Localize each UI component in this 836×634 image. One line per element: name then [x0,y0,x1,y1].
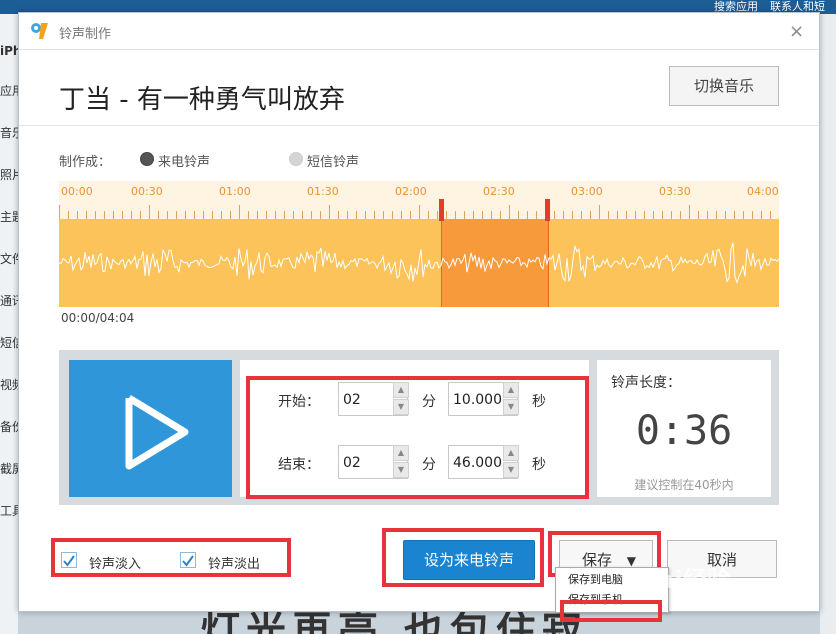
tick-label: 03:00 [571,185,603,198]
tick-label: 00:30 [131,185,163,198]
bg-sidebar-item[interactable]: 文件 [0,250,18,267]
length-title: 铃声长度： [611,375,681,391]
divider [19,125,819,126]
switch-music-button[interactable]: 切换音乐 [669,66,779,106]
tick-label: 01:30 [307,185,339,198]
timeline-ruler[interactable]: 00:00 00:30 01:00 01:30 02:00 02:30 03:0… [59,181,779,220]
bg-sidebar-item[interactable]: 音乐 [0,124,18,141]
radio-call-ringtone-label[interactable]: 来电铃声 [158,151,210,170]
baidu-watermark-url: jingyan.baidu.com [690,592,801,606]
waveform-line [59,242,779,285]
bg-sidebar-item[interactable]: 主题 [0,208,18,225]
make-as-label: 制作成： [59,155,112,170]
song-title: 丁当 - 有一种勇气叫放弃 [59,85,345,115]
dialog-title: 铃声制作 [59,27,112,42]
ringtone-length-box: 铃声长度： 0:36 建议控制在40秒内 [597,360,771,497]
tick-label: 04:00 [747,185,779,198]
length-value: 0:36 [635,408,733,454]
highlight-set-ringtone [382,528,544,587]
end-marker-handle[interactable] [545,199,550,221]
bg-sidebar-item[interactable]: 短信 [0,334,18,351]
bg-sidebar-item[interactable]: 通讯 [0,292,18,309]
bg-sidebar-item[interactable]: 照片 [0,166,18,183]
highlight-fade-options [51,538,291,577]
tick-label: 02:30 [483,185,515,198]
bg-sidebar-item[interactable]: 截屏 [0,460,18,477]
playback-time: 00:00/04:04 [61,311,135,325]
background-sidebar: iPh 应用 音乐 照片 主题 文件 通讯 短信 视频 备份 截屏 工具 [0,14,18,634]
ruler-ticks [59,205,771,219]
tick-label: 03:30 [659,185,691,198]
ringtone-maker-dialog: 铃声制作 × 丁当 - 有一种勇气叫放弃 切换音乐 制作成： 来电铃声 短信铃声… [18,12,820,612]
radio-sms-ringtone[interactable] [289,152,303,166]
dialog-titlebar[interactable]: 铃声制作 × [19,13,819,50]
radio-sms-ringtone-label[interactable]: 短信铃声 [307,151,359,170]
play-button[interactable] [69,360,232,497]
waveform [59,242,779,285]
play-icon [125,395,189,470]
highlight-time-range [246,376,589,499]
radio-call-ringtone[interactable] [140,152,154,166]
app-logo-icon [31,23,48,39]
background-right-panel [820,14,836,634]
tick-label: 02:00 [395,185,427,198]
length-hint: 建议控制在40秒内 [634,478,734,492]
bg-sidebar-item[interactable]: 工具 [0,502,18,519]
bg-sidebar-item[interactable]: iPh [0,44,18,58]
bg-sidebar-item[interactable]: 视频 [0,376,18,393]
bg-sidebar-item[interactable]: 备份 [0,418,18,435]
baidu-watermark: Bai经验 [640,566,731,594]
start-marker-handle[interactable] [439,199,444,221]
highlight-save-to-phone [560,600,662,622]
waveform-area[interactable] [59,219,779,307]
tick-label: 00:00 [61,185,93,198]
tick-label: 01:00 [219,185,251,198]
close-icon[interactable]: × [789,21,804,42]
bg-sidebar-item[interactable]: 应用 [0,82,18,99]
